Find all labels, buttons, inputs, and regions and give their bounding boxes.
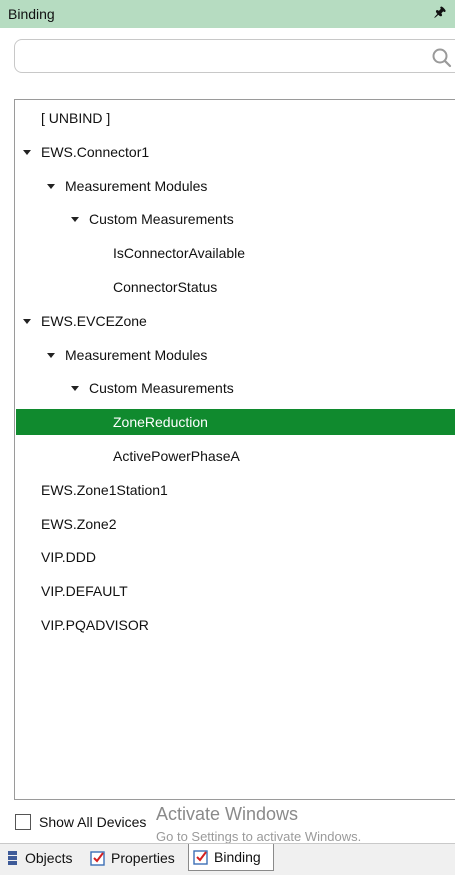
tree-node-label: EWS.EVCEZone [41,312,147,329]
tree-node-label: Custom Measurements [89,380,234,397]
tree-node[interactable]: IsConnectorAvailable [16,240,455,266]
tree-node-label: Custom Measurements [89,211,234,228]
tree-node-label: IsConnectorAvailable [113,245,246,262]
expand-arrow-icon[interactable] [47,183,55,189]
tree-node[interactable]: ZoneReduction [16,409,455,436]
tree-node[interactable]: Custom Measurements [16,375,455,401]
tree-node[interactable]: Custom Measurements [16,206,455,232]
expand-arrow-icon[interactable] [23,318,31,324]
tab-objects-label: Objects [25,850,73,866]
tree-node-label: ConnectorStatus [113,279,218,295]
watermark-subtitle: Go to Settings to activate Windows. [156,829,362,844]
watermark-title: Activate Windows [156,804,299,824]
binding-icon [193,850,208,865]
tree-node-label: Measurement Modules [65,177,208,194]
tree-node-label: ActivePowerPhaseA [113,448,240,464]
tab-binding[interactable]: Binding [188,844,274,871]
expand-arrow-icon[interactable] [47,352,55,358]
tab-properties-label: Properties [111,850,175,866]
tree-node-label: EWS.Connector1 [41,143,150,160]
bottom-tab-bar: Objects Properties Binding [0,843,455,875]
show-all-devices-label: Show All Devices [39,814,147,830]
tab-properties[interactable]: Properties [90,846,175,870]
tree-node-label: VIP.DEFAULT [41,583,128,600]
tree-node[interactable]: Measurement Modules [16,342,455,368]
tab-objects[interactable]: Objects [6,846,72,870]
tree-node[interactable]: [ UNBIND ] [16,105,455,131]
tree-node[interactable]: VIP.PQADVISOR [16,612,455,638]
show-all-devices[interactable]: Show All Devices [15,812,146,832]
expand-arrow-icon[interactable] [71,217,79,223]
tab-binding-label: Binding [214,849,261,865]
tree-node[interactable]: ConnectorStatus [16,274,455,300]
panel-title: Binding [8,6,55,22]
tree-node[interactable]: EWS.EVCEZone [16,308,455,334]
panel-title-bar: Binding 🖈 [0,0,455,28]
search-icon[interactable] [430,47,454,69]
tree-node[interactable]: VIP.DDD [16,544,455,570]
tree-node-label: VIP.PQADVISOR [41,617,149,633]
tree-node[interactable]: EWS.Zone1Station1 [16,477,455,503]
expand-arrow-icon[interactable] [23,149,31,155]
pin-icon[interactable]: 🖈 [433,3,447,25]
tree-node-label: EWS.Zone1Station1 [41,481,168,498]
tree-node-label: ZoneReduction [113,414,208,431]
show-all-devices-checkbox[interactable] [15,814,31,830]
tree-node[interactable]: ActivePowerPhaseA [16,443,455,469]
tree-node[interactable]: EWS.Zone2 [16,511,455,537]
search-input[interactable] [25,40,429,74]
tree-node[interactable]: EWS.Connector1 [16,139,455,165]
objects-icon [8,851,17,865]
tree-node[interactable]: VIP.DEFAULT [16,578,455,604]
tree-node[interactable]: Measurement Modules [16,173,455,199]
search-box[interactable] [14,39,455,74]
tree-node-label: VIP.DDD [41,549,96,566]
tree-node-label: Measurement Modules [65,346,208,363]
tree-node-label: EWS.Zone2 [41,515,117,532]
expand-arrow-icon[interactable] [71,386,79,392]
tree-node-label: [ UNBIND ] [41,110,111,126]
binding-tree: [ UNBIND ] EWS.Connector1 Measurement Modu… [14,99,455,800]
properties-icon [90,851,105,866]
